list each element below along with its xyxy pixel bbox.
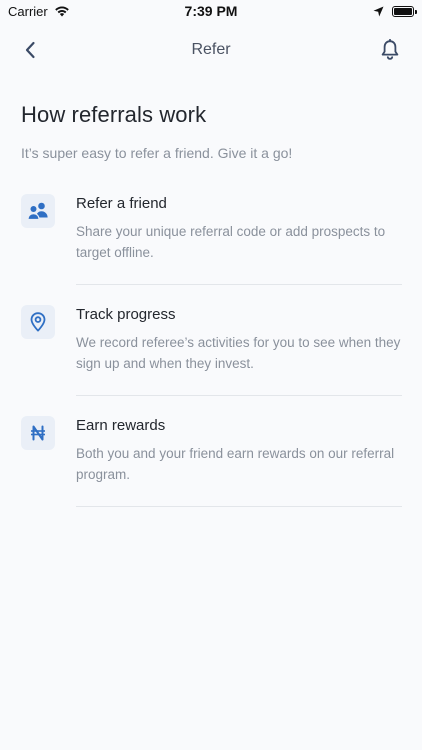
status-left: Carrier: [8, 4, 70, 19]
step-description: Share your unique referral code or add p…: [76, 224, 386, 260]
chevron-left-icon: [25, 41, 35, 59]
nav-title: Refer: [191, 41, 231, 58]
users-icon: [27, 202, 48, 220]
step-title: Earn rewards: [76, 417, 166, 434]
nav-bar: Refer: [0, 28, 422, 72]
status-right: [373, 5, 417, 17]
status-bar: Carrier 7:39 PM: [0, 0, 422, 22]
step-body: Track progress We record referee’s activ…: [76, 305, 402, 396]
back-button[interactable]: [18, 38, 42, 62]
battery-icon: [392, 5, 417, 17]
main-content: How referrals work It’s super easy to re…: [21, 102, 402, 507]
naira-icon: [31, 425, 45, 441]
step-track-progress: Track progress We record referee’s activ…: [21, 305, 402, 396]
notifications-button[interactable]: [378, 38, 402, 62]
bell-icon: [381, 39, 399, 60]
battery-fill: [394, 7, 412, 15]
step-earn-rewards: Earn rewards Both you and your friend ea…: [21, 416, 402, 507]
step-icon-tile: [21, 305, 55, 339]
step-refer-a-friend: Refer a friend Share your unique referra…: [21, 194, 402, 285]
step-body: Refer a friend Share your unique referra…: [76, 194, 402, 285]
step-description: Both you and your friend earn rewards on…: [76, 446, 395, 482]
carrier-label: Carrier: [8, 3, 48, 19]
step-body: Earn rewards Both you and your friend ea…: [76, 416, 402, 507]
step-description: We record referee’s activities for you t…: [76, 335, 401, 371]
page-title: How referrals work: [21, 102, 207, 127]
page-subtitle: It’s super easy to refer a friend. Give …: [21, 145, 293, 161]
wifi-icon: [54, 6, 69, 17]
step-icon-tile: [21, 194, 55, 228]
step-title: Refer a friend: [76, 195, 167, 212]
location-arrow-icon: [373, 6, 384, 16]
step-icon-tile: [21, 416, 55, 450]
steps-list: Refer a friend Share your unique referra…: [21, 194, 402, 507]
step-title: Track progress: [76, 306, 176, 323]
location-pin-icon: [30, 312, 46, 332]
